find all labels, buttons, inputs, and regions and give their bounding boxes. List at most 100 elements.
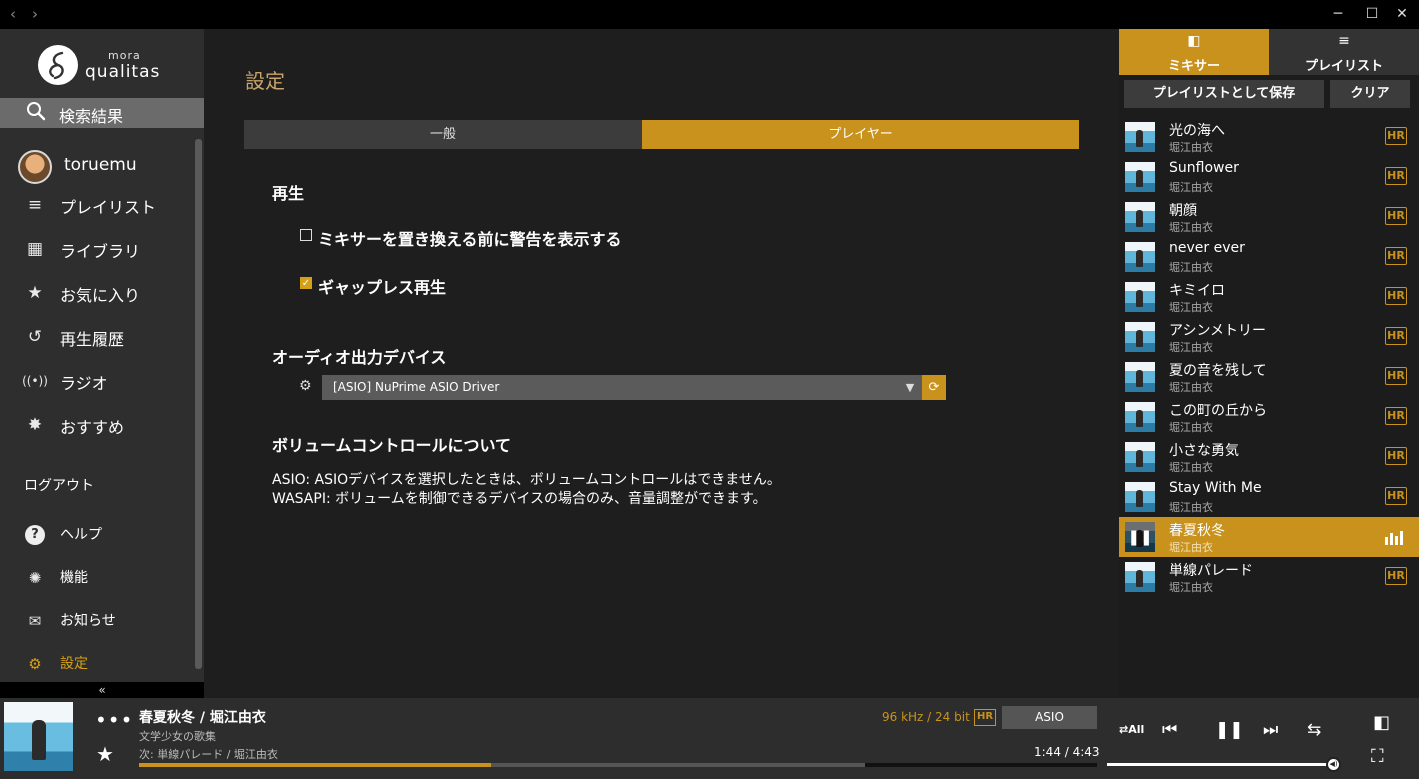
more-options-button[interactable]: •••: [95, 708, 133, 732]
audio-device-select[interactable]: [ASIO] NuPrime ASIO Driver: [322, 375, 922, 400]
track-thumbnail: [1125, 162, 1155, 192]
seek-progress: [139, 763, 491, 767]
sidebar-item-label: 機能: [60, 570, 88, 586]
gear-icon[interactable]: ⚙: [299, 378, 312, 394]
track-row[interactable]: 朝顔 堀江由衣 HR: [1119, 197, 1419, 237]
track-list: 光の海へ 堀江由衣 HR Sunflower 堀江由衣 HR 朝顔 堀江由衣 HR never e…: [1119, 117, 1419, 597]
track-row[interactable]: 夏の音を残して 堀江由衣 HR: [1119, 357, 1419, 397]
fullscreen-icon[interactable]: ⛶: [1371, 746, 1384, 767]
sidebar-item-library[interactable]: ▦ ライブラリ: [0, 230, 200, 270]
track-row[interactable]: 光の海へ 堀江由衣 HR: [1119, 117, 1419, 157]
hr-badge: HR: [1385, 167, 1407, 185]
checkbox-checked[interactable]: ✓: [300, 277, 312, 289]
track-artist: 堀江由衣: [1169, 141, 1213, 154]
sidebar-item-news[interactable]: ✉ お知らせ: [0, 602, 200, 638]
shuffle-icon[interactable]: ⇆: [1307, 720, 1321, 740]
tab-general[interactable]: 一般: [244, 120, 642, 149]
pause-icon[interactable]: ❚❚: [1215, 720, 1244, 740]
hr-badge: HR: [1385, 207, 1407, 225]
sidebar-item-search-results[interactable]: 検索結果: [0, 98, 204, 128]
track-row[interactable]: 小さな勇気 堀江由衣 HR: [1119, 437, 1419, 477]
search-results-label: 検索結果: [59, 107, 124, 126]
hr-badge: HR: [1385, 247, 1407, 265]
track-row[interactable]: アシンメトリー 堀江由衣 HR: [1119, 317, 1419, 357]
track-row[interactable]: ❚❚ 春夏秋冬 堀江由衣: [1119, 517, 1419, 557]
warn-mixer-label: ミキサーを置き換える前に警告を表示する: [318, 230, 622, 249]
warn-mixer-checkbox[interactable]: ミキサーを置き換える前に警告を表示する: [300, 226, 700, 249]
sidebar-item-playlist[interactable]: ≡ プレイリスト: [0, 186, 200, 226]
track-artist: 堀江由衣: [1169, 541, 1213, 554]
track-artist: 堀江由衣: [1169, 301, 1213, 314]
tab-mixer-label: ミキサー: [1167, 59, 1220, 74]
chevron-down-icon[interactable]: ▼: [898, 375, 922, 400]
collapse-sidebar-button[interactable]: «: [0, 682, 204, 698]
wasapi-note: WASAPI: ボリュームを制御できるデバイスの場合のみ、音量調整ができます。: [272, 491, 767, 507]
sidebar-item-features[interactable]: ✺ 機能: [0, 559, 200, 595]
repeat-all-icon[interactable]: ⇄All: [1119, 723, 1144, 736]
track-row[interactable]: Sunflower 堀江由衣 HR: [1119, 157, 1419, 197]
playback-heading: 再生: [272, 184, 305, 203]
page-title: 設定: [245, 69, 285, 93]
save-as-playlist-button[interactable]: プレイリストとして保存: [1124, 80, 1324, 108]
sidebar-item-help[interactable]: ? ヘルプ: [0, 516, 200, 552]
track-row[interactable]: Stay With Me 堀江由衣 HR: [1119, 477, 1419, 517]
asio-note: ASIO: ASIOデバイスを選択したときは、ボリュームコントロールはできません…: [272, 472, 781, 488]
settings-main: 設定 一般 プレイヤー 再生 ミキサーを置き換える前に警告を表示する ✓ ギャッ…: [204, 29, 1119, 698]
track-row[interactable]: never ever 堀江由衣 HR: [1119, 237, 1419, 277]
new-badge-icon: ✺: [28, 569, 42, 587]
track-thumbnail: [1125, 122, 1155, 152]
track-row[interactable]: キミイロ 堀江由衣 HR: [1119, 277, 1419, 317]
minimize-button[interactable]: ─: [1321, 2, 1355, 26]
track-row[interactable]: この町の丘から 堀江由衣 HR: [1119, 397, 1419, 437]
track-thumbnail: [1125, 322, 1155, 352]
sidebar-item-label: 設定: [60, 656, 88, 672]
tab-playlist[interactable]: ≡ プレイリスト: [1269, 29, 1419, 75]
view-toggle-icon[interactable]: ◧: [1373, 712, 1390, 733]
previous-icon[interactable]: ⏮: [1162, 720, 1177, 740]
volume-icon[interactable]: ◀): [1326, 757, 1341, 772]
tab-player[interactable]: プレイヤー: [642, 120, 1079, 149]
track-artist: 堀江由衣: [1169, 501, 1213, 514]
hr-badge: HR: [1385, 447, 1407, 465]
title-bar: ‹ › ─ ☐ ✕: [0, 0, 1419, 29]
refresh-button[interactable]: ⟳: [922, 375, 946, 400]
sidebar-item-favorites[interactable]: ★ お気に入り: [0, 274, 200, 314]
logo-icon: [38, 45, 78, 85]
track-artist: 堀江由衣: [1169, 181, 1213, 194]
track-title: Stay With Me: [1169, 480, 1262, 496]
track-artist: 堀江由衣: [1169, 261, 1213, 274]
checkbox-unchecked[interactable]: [300, 229, 312, 241]
gapless-checkbox[interactable]: ✓ ギャップレス再生: [300, 274, 600, 297]
back-icon[interactable]: ‹: [3, 4, 23, 24]
seek-bar[interactable]: [139, 763, 1097, 767]
tab-mixer[interactable]: ◧ ミキサー: [1119, 29, 1269, 75]
sidebar-item-recommend[interactable]: ✸ おすすめ: [0, 406, 200, 446]
favorite-star-icon[interactable]: ★: [96, 742, 114, 766]
sidebar-item-radio[interactable]: ((•)) ラジオ: [0, 362, 200, 402]
next-icon[interactable]: ⏭: [1263, 720, 1278, 740]
forward-icon[interactable]: ›: [25, 4, 45, 24]
sidebar-scrollbar[interactable]: [195, 139, 202, 669]
mixer-panel: ◧ ミキサー ≡ プレイリスト プレイリストとして保存 クリア 光の海へ 堀江由衣…: [1119, 29, 1419, 698]
gear-icon: ⚙: [28, 655, 42, 673]
sidebar-item-history[interactable]: ↺ 再生履歴: [0, 318, 200, 358]
volume-slider[interactable]: [1107, 763, 1333, 766]
volume-control-heading: ボリュームコントロールについて: [272, 436, 512, 455]
track-title: 小さな勇気: [1169, 443, 1239, 459]
audio-format: 96 kHz / 24 bit: [882, 710, 970, 724]
track-row[interactable]: 単線パレード 堀江由衣 HR: [1119, 557, 1419, 597]
clear-button[interactable]: クリア: [1330, 80, 1410, 108]
output-mode-badge[interactable]: ASIO: [1002, 706, 1097, 729]
avatar[interactable]: [18, 150, 52, 184]
logout-link[interactable]: ログアウト: [24, 475, 94, 495]
hr-badge: HR: [1385, 367, 1407, 385]
playlist-icon: ≡: [27, 195, 43, 215]
playback-time: 1:44 / 4:43: [1034, 745, 1100, 759]
sidebar-item-settings[interactable]: ⚙ 設定: [0, 645, 200, 681]
close-button[interactable]: ✕: [1385, 2, 1419, 26]
pause-icon[interactable]: ❚❚: [1125, 522, 1155, 552]
album-cover[interactable]: [4, 702, 73, 771]
maximize-button[interactable]: ☐: [1355, 2, 1389, 26]
track-thumbnail: [1125, 362, 1155, 392]
username[interactable]: toruemu: [64, 155, 137, 175]
